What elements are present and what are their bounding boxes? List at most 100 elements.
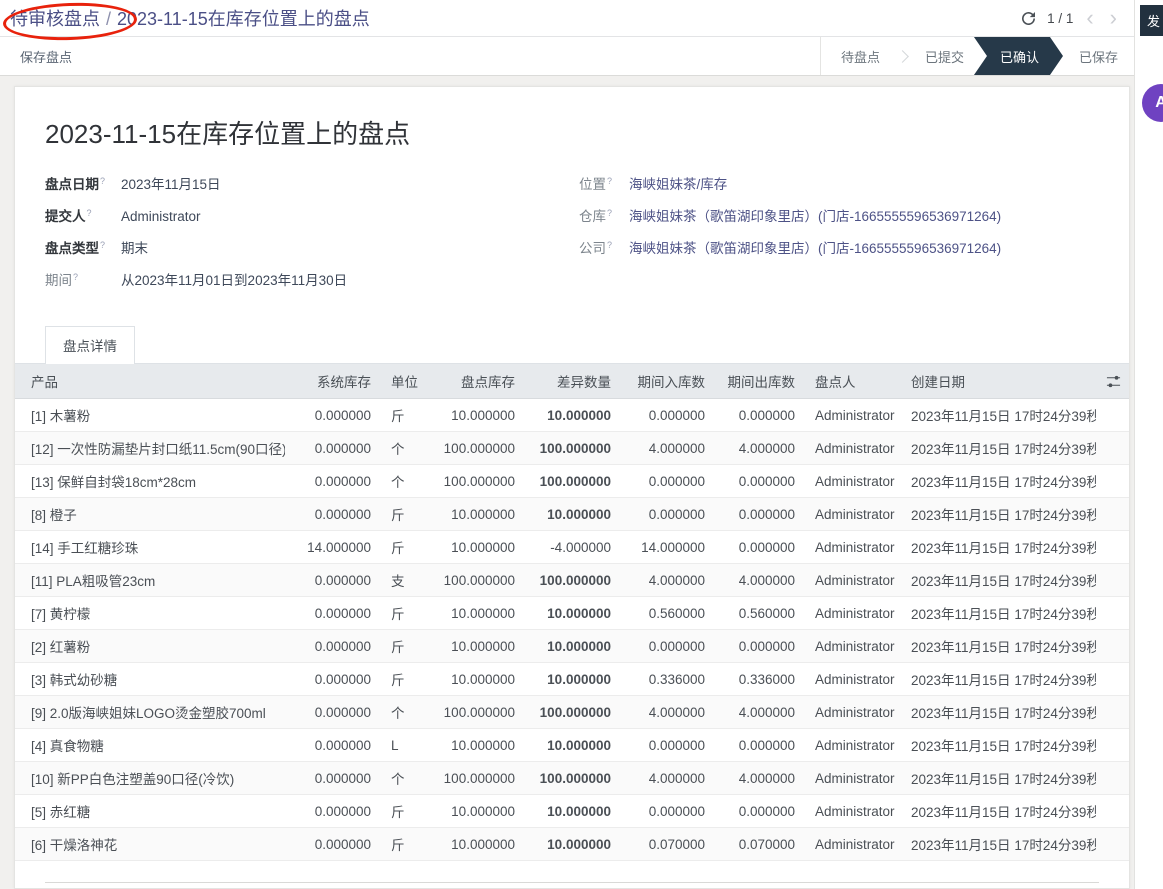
cell-system-qty[interactable]: 0.000000: [285, 696, 381, 729]
field-value-warehouse[interactable]: 海峡姐妹茶（歌笛湖印象里店）(门店-1665555596536971264): [629, 205, 1001, 225]
cell-out-qty[interactable]: 4.000000: [715, 762, 805, 795]
cell-user[interactable]: Administrator: [805, 630, 901, 663]
cell-system-qty[interactable]: 0.000000: [285, 399, 381, 432]
cell-system-qty[interactable]: 0.000000: [285, 795, 381, 828]
cell-date[interactable]: 2023年11月15日 17时24分39秒: [901, 630, 1096, 663]
cell-product[interactable]: [3] 韩式幼砂糖: [15, 663, 285, 696]
cell-uom[interactable]: 斤: [381, 597, 427, 630]
cell-diff[interactable]: -4.000000: [525, 531, 621, 564]
cell-product[interactable]: [7] 黄柠檬: [15, 597, 285, 630]
cell-in-qty[interactable]: 0.336000: [621, 663, 715, 696]
table-row[interactable]: [2] 红薯粉0.000000斤10.00000010.0000000.0000…: [15, 630, 1130, 663]
table-row[interactable]: [9] 2.0版海峡姐妹LOGO烫金塑胶700ml0.000000个100.00…: [15, 696, 1130, 729]
cell-user[interactable]: Administrator: [805, 564, 901, 597]
cell-counted-qty[interactable]: 10.000000: [427, 663, 525, 696]
cell-date[interactable]: 2023年11月15日 17时24分39秒: [901, 795, 1096, 828]
col-header-in-qty[interactable]: 期间入库数: [621, 364, 715, 399]
cell-diff[interactable]: 10.000000: [525, 630, 621, 663]
cell-counted-qty[interactable]: 10.000000: [427, 531, 525, 564]
cell-diff[interactable]: 10.000000: [525, 729, 621, 762]
cell-user[interactable]: Administrator: [805, 762, 901, 795]
table-row[interactable]: [7] 黄柠檬0.000000斤10.00000010.0000000.5600…: [15, 597, 1130, 630]
cell-system-qty[interactable]: 0.000000: [285, 597, 381, 630]
cell-product[interactable]: [4] 真食物糖: [15, 729, 285, 762]
cell-out-qty[interactable]: 0.336000: [715, 663, 805, 696]
cell-date[interactable]: 2023年11月15日 17时24分39秒: [901, 729, 1096, 762]
cell-date[interactable]: 2023年11月15日 17时24分39秒: [901, 432, 1096, 465]
cell-in-qty[interactable]: 0.560000: [621, 597, 715, 630]
table-row[interactable]: [4] 真食物糖0.000000L10.00000010.0000000.000…: [15, 729, 1130, 762]
col-header-counted-qty[interactable]: 盘点库存: [427, 364, 525, 399]
cell-user[interactable]: Administrator: [805, 597, 901, 630]
cell-counted-qty[interactable]: 10.000000: [427, 597, 525, 630]
cell-user[interactable]: Administrator: [805, 795, 901, 828]
cell-out-qty[interactable]: 4.000000: [715, 564, 805, 597]
cell-uom[interactable]: 斤: [381, 828, 427, 861]
cell-diff[interactable]: 10.000000: [525, 399, 621, 432]
cell-in-qty[interactable]: 0.000000: [621, 795, 715, 828]
col-header-product[interactable]: 产品: [15, 364, 285, 399]
cell-user[interactable]: Administrator: [805, 465, 901, 498]
cell-product[interactable]: [1] 木薯粉: [15, 399, 285, 432]
cell-user[interactable]: Administrator: [805, 531, 901, 564]
cell-uom[interactable]: 个: [381, 762, 427, 795]
cell-system-qty[interactable]: 0.000000: [285, 564, 381, 597]
optional-columns-icon[interactable]: [1096, 364, 1130, 399]
table-row[interactable]: [14] 手工红糖珍珠14.000000斤10.000000-4.0000001…: [15, 531, 1130, 564]
cell-date[interactable]: 2023年11月15日 17时24分39秒: [901, 828, 1096, 861]
cell-counted-qty[interactable]: 10.000000: [427, 828, 525, 861]
cell-diff[interactable]: 100.000000: [525, 696, 621, 729]
stage-confirmed[interactable]: 已确认: [974, 37, 1063, 75]
cell-in-qty[interactable]: 0.000000: [621, 729, 715, 762]
cell-product[interactable]: [11] PLA粗吸管23cm: [15, 564, 285, 597]
table-row[interactable]: [11] PLA粗吸管23cm0.000000支100.000000100.00…: [15, 564, 1130, 597]
cell-counted-qty[interactable]: 10.000000: [427, 729, 525, 762]
cell-system-qty[interactable]: 0.000000: [285, 498, 381, 531]
col-header-user[interactable]: 盘点人: [805, 364, 901, 399]
cell-out-qty[interactable]: 0.000000: [715, 630, 805, 663]
cell-product[interactable]: [2] 红薯粉: [15, 630, 285, 663]
cell-date[interactable]: 2023年11月15日 17时24分39秒: [901, 498, 1096, 531]
cell-counted-qty[interactable]: 10.000000: [427, 498, 525, 531]
cell-date[interactable]: 2023年11月15日 17时24分39秒: [901, 597, 1096, 630]
cell-in-qty[interactable]: 14.000000: [621, 531, 715, 564]
col-header-diff-qty[interactable]: 差异数量: [525, 364, 621, 399]
cell-diff[interactable]: 100.000000: [525, 564, 621, 597]
pager-prev-icon[interactable]: ‹: [1083, 9, 1096, 27]
cell-in-qty[interactable]: 4.000000: [621, 696, 715, 729]
cell-product[interactable]: [12] 一次性防漏垫片封口纸11.5cm(90口径): [15, 432, 285, 465]
cell-diff[interactable]: 10.000000: [525, 828, 621, 861]
cell-uom[interactable]: 个: [381, 465, 427, 498]
cell-counted-qty[interactable]: 100.000000: [427, 432, 525, 465]
cell-system-qty[interactable]: 0.000000: [285, 432, 381, 465]
cell-out-qty[interactable]: 0.000000: [715, 498, 805, 531]
cell-counted-qty[interactable]: 100.000000: [427, 564, 525, 597]
cell-diff[interactable]: 10.000000: [525, 597, 621, 630]
stage-pending[interactable]: 待盘点: [825, 37, 896, 75]
cell-counted-qty[interactable]: 100.000000: [427, 696, 525, 729]
cell-diff[interactable]: 100.000000: [525, 762, 621, 795]
col-header-system-qty[interactable]: 系统库存: [285, 364, 381, 399]
cell-user[interactable]: Administrator: [805, 828, 901, 861]
cell-date[interactable]: 2023年11月15日 17时24分39秒: [901, 465, 1096, 498]
cell-diff[interactable]: 100.000000: [525, 432, 621, 465]
save-inventory-button[interactable]: 保存盘点: [0, 47, 82, 66]
cell-date[interactable]: 2023年11月15日 17时24分39秒: [901, 399, 1096, 432]
table-row[interactable]: [5] 赤红糖0.000000斤10.00000010.0000000.0000…: [15, 795, 1130, 828]
col-header-out-qty[interactable]: 期间出库数: [715, 364, 805, 399]
cell-user[interactable]: Administrator: [805, 663, 901, 696]
cell-date[interactable]: 2023年11月15日 17时24分39秒: [901, 696, 1096, 729]
col-header-uom[interactable]: 单位: [381, 364, 427, 399]
cell-system-qty[interactable]: 0.000000: [285, 630, 381, 663]
field-value-company[interactable]: 海峡姐妹茶（歌笛湖印象里店）(门店-1665555596536971264): [629, 237, 1001, 257]
stage-saved[interactable]: 已保存: [1063, 37, 1134, 75]
cell-in-qty[interactable]: 0.000000: [621, 399, 715, 432]
table-row[interactable]: [13] 保鲜自封袋18cm*28cm0.000000个100.00000010…: [15, 465, 1130, 498]
cell-product[interactable]: [6] 干燥洛神花: [15, 828, 285, 861]
cell-uom[interactable]: 斤: [381, 399, 427, 432]
cell-system-qty[interactable]: 0.000000: [285, 729, 381, 762]
cell-out-qty[interactable]: 0.560000: [715, 597, 805, 630]
cell-system-qty[interactable]: 0.000000: [285, 465, 381, 498]
cell-counted-qty[interactable]: 10.000000: [427, 399, 525, 432]
refresh-icon[interactable]: [1019, 9, 1037, 27]
